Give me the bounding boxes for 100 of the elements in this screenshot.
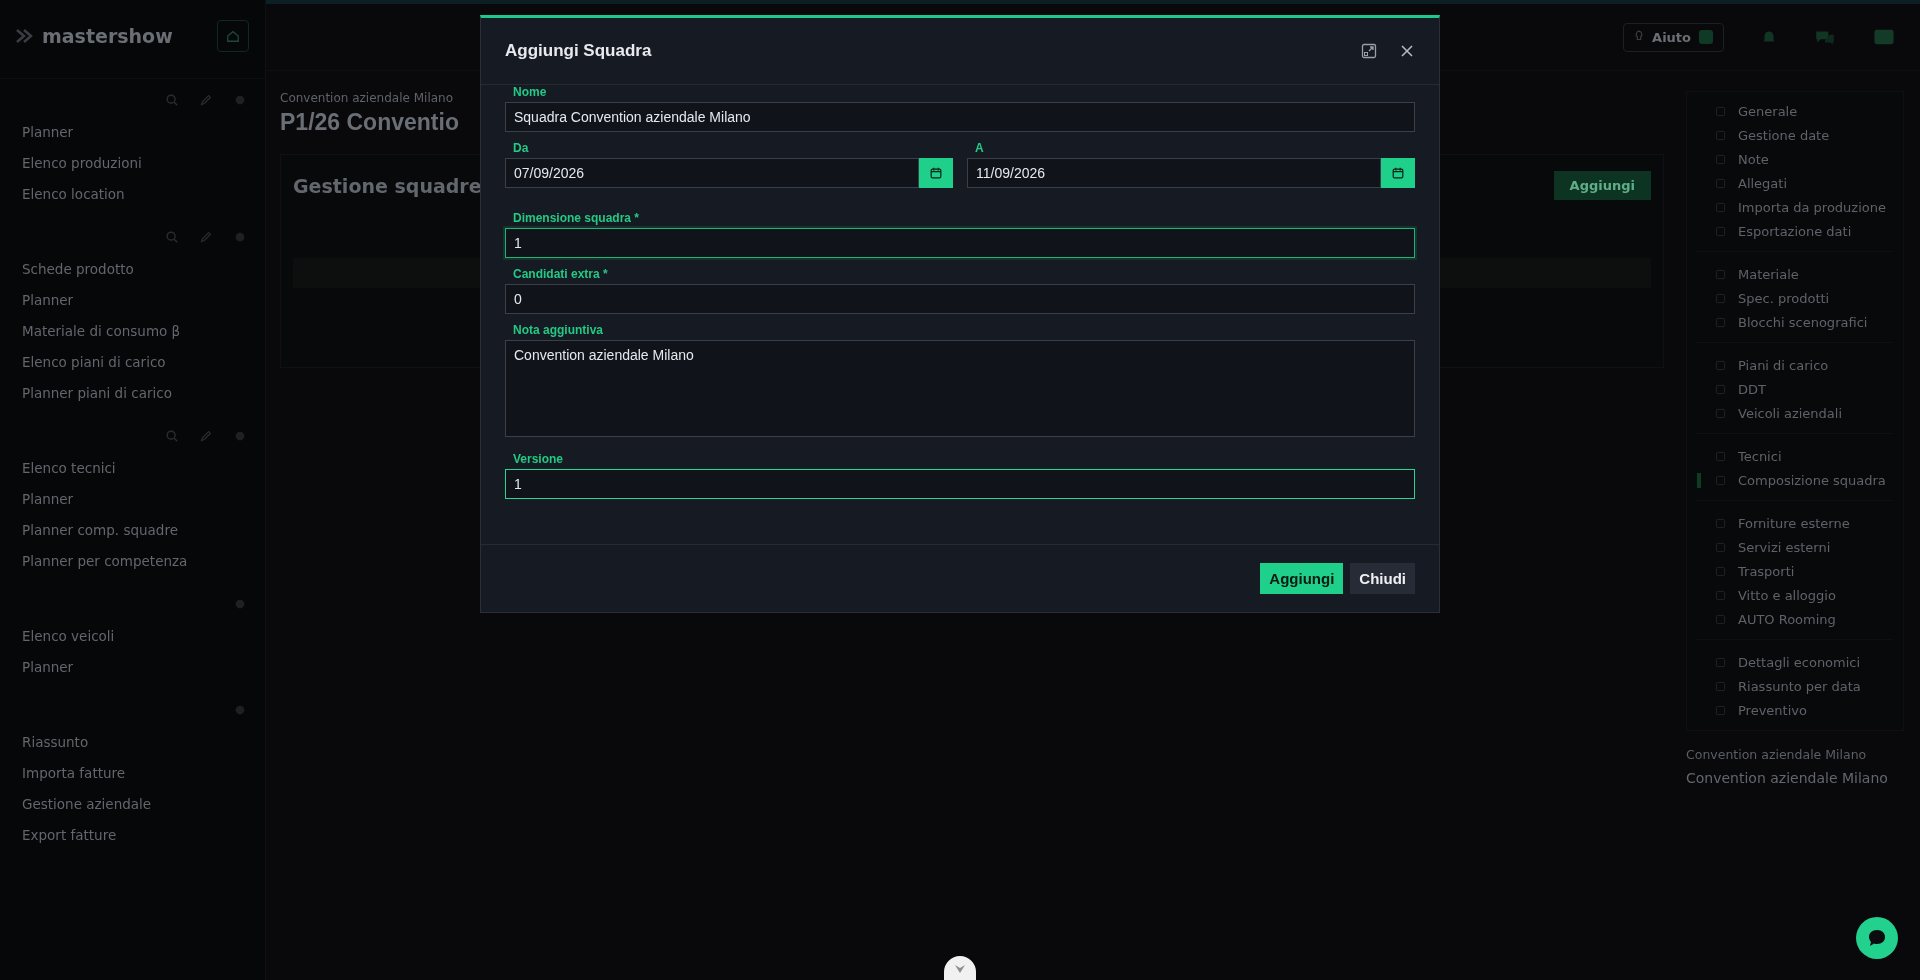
note-text: Convention aziendale Milano <box>1686 770 1889 786</box>
nav-label: Tecnici <box>1738 449 1782 464</box>
expand-icon[interactable] <box>1361 43 1377 59</box>
nav-item[interactable]: Preventivo <box>1697 703 1893 718</box>
sidebar-item[interactable]: Planner piani di carico <box>18 385 247 401</box>
nav-item[interactable]: Vitto e alloggio <box>1697 588 1893 603</box>
nav-label: Generale <box>1738 104 1798 119</box>
page-icon <box>1715 614 1726 625</box>
nav-item[interactable]: AUTO Rooming <box>1697 612 1893 627</box>
nav-label: Dettagli economici <box>1738 655 1861 670</box>
nav-label: Servizi esterni <box>1738 540 1831 555</box>
calendar-button[interactable] <box>919 158 953 188</box>
logo-text: mastershow <box>42 25 174 47</box>
sidebar-item[interactable]: Planner <box>18 659 247 675</box>
page-icon <box>1715 384 1726 395</box>
nav-item[interactable]: Tecnici <box>1697 449 1893 464</box>
sidebar-item[interactable]: Planner per competenza <box>18 553 247 569</box>
home-button[interactable] <box>217 20 249 52</box>
page-icon <box>1715 178 1726 189</box>
date-field[interactable]: 11/09/2026 <box>967 158 1381 188</box>
home-icon <box>226 29 240 43</box>
sidebar-item[interactable]: Elenco veicoli <box>18 628 247 644</box>
nav-item[interactable]: Spec. prodotti <box>1697 291 1893 306</box>
page-icon <box>1715 130 1726 141</box>
calendar-icon <box>929 166 943 180</box>
nav-item[interactable]: Piani di carico <box>1697 358 1893 373</box>
sidebar-item[interactable]: Schede prodotto <box>18 261 247 277</box>
nav-item[interactable]: Trasporti <box>1697 564 1893 579</box>
logo-icon <box>14 26 34 46</box>
nav-item[interactable]: Note <box>1697 152 1893 167</box>
sidebar-item[interactable]: Riassunto <box>18 734 247 750</box>
sidebar-item[interactable]: Elenco tecnici <box>18 460 247 476</box>
page-icon <box>1715 542 1726 553</box>
date-field[interactable]: 07/09/2026 <box>505 158 919 188</box>
help-button[interactable]: Aiuto <box>1623 22 1724 52</box>
text-field[interactable]: 1 <box>505 469 1415 499</box>
nav-item[interactable]: Allegati <box>1697 176 1893 191</box>
sidebar-item[interactable]: Elenco location <box>18 186 247 202</box>
page-icon <box>1715 681 1726 692</box>
section-title: Gestione squadre <box>293 174 482 197</box>
nav-item[interactable]: Esportazione dati <box>1697 224 1893 239</box>
note-field[interactable]: Convention aziendale Milano <box>505 340 1415 437</box>
page-icon <box>1715 657 1726 668</box>
nav-item[interactable]: Materiale <box>1697 267 1893 282</box>
field-label: Nota aggiuntiva <box>512 323 604 337</box>
edit-icon[interactable] <box>199 93 213 107</box>
nav-item[interactable]: Importa da produzione <box>1697 200 1893 215</box>
page-icon <box>1715 475 1726 486</box>
nav-item[interactable]: DDT <box>1697 382 1893 397</box>
page-icon <box>1715 293 1726 304</box>
nav-item[interactable]: Generale <box>1697 104 1893 119</box>
edit-icon[interactable] <box>199 230 213 244</box>
field-label: A <box>974 141 985 155</box>
nav-item[interactable]: Veicoli aziendali <box>1697 406 1893 421</box>
nav-item[interactable]: Forniture esterne <box>1697 516 1893 531</box>
help-label: Aiuto <box>1652 29 1691 45</box>
nav-item[interactable]: Riassunto per data <box>1697 679 1893 694</box>
search-icon[interactable] <box>165 230 179 244</box>
text-field[interactable]: 0 <box>505 284 1415 314</box>
calendar-button[interactable] <box>1381 158 1415 188</box>
add-button[interactable]: Aggiungi <box>1553 171 1651 200</box>
page-icon <box>1715 317 1726 328</box>
text-field[interactable]: 1 <box>505 228 1415 258</box>
close-button[interactable]: Chiudi <box>1350 563 1415 594</box>
page-icon <box>1715 566 1726 577</box>
sidebar-item[interactable]: Planner comp. squadre <box>18 522 247 538</box>
search-icon[interactable] <box>165 93 179 107</box>
page-icon <box>1715 106 1726 117</box>
sidebar-item[interactable]: Importa fatture <box>18 765 247 781</box>
field-label: Versione <box>512 452 565 466</box>
text-field[interactable]: Squadra Convention aziendale Milano <box>505 102 1415 132</box>
page-icon <box>1715 705 1726 716</box>
sidebar-item[interactable]: Planner <box>18 491 247 507</box>
close-icon[interactable] <box>1399 43 1415 59</box>
page-icon <box>1715 590 1726 601</box>
sidebar-item[interactable]: Elenco produzioni <box>18 155 247 171</box>
sidebar-item[interactable]: Gestione aziendale <box>18 796 247 812</box>
calendar-icon <box>1391 166 1405 180</box>
nav-item[interactable]: Gestione date <box>1697 128 1893 143</box>
sidebar-item[interactable]: Planner <box>18 124 247 140</box>
nav-item[interactable]: Composizione squadra <box>1697 473 1893 488</box>
nav-item[interactable]: Blocchi scenografici <box>1697 315 1893 330</box>
sidebar-item[interactable]: Materiale di consumo β <box>18 323 247 339</box>
nav-label: Trasporti <box>1738 564 1795 579</box>
sidebar-item[interactable]: Export fatture <box>18 827 247 843</box>
field-label: Dimensione squadra * <box>512 211 641 225</box>
search-icon[interactable] <box>165 429 179 443</box>
add-button[interactable]: Aggiungi <box>1260 563 1344 594</box>
field-label: Candidati extra * <box>512 267 609 281</box>
edit-icon[interactable] <box>199 429 213 443</box>
page-icon <box>1715 226 1726 237</box>
page-icon <box>1715 408 1726 419</box>
nav-label: Composizione squadra <box>1738 473 1886 488</box>
nav-label: Materiale <box>1738 267 1799 282</box>
field-label: Da <box>512 141 530 155</box>
sidebar-item[interactable]: Elenco piani di carico <box>18 354 247 370</box>
nav-item[interactable]: Servizi esterni <box>1697 540 1893 555</box>
sidebar-item[interactable]: Planner <box>18 292 247 308</box>
nav-item[interactable]: Dettagli economici <box>1697 655 1893 670</box>
production-subtitle: Convention aziendale Milano <box>280 91 453 105</box>
